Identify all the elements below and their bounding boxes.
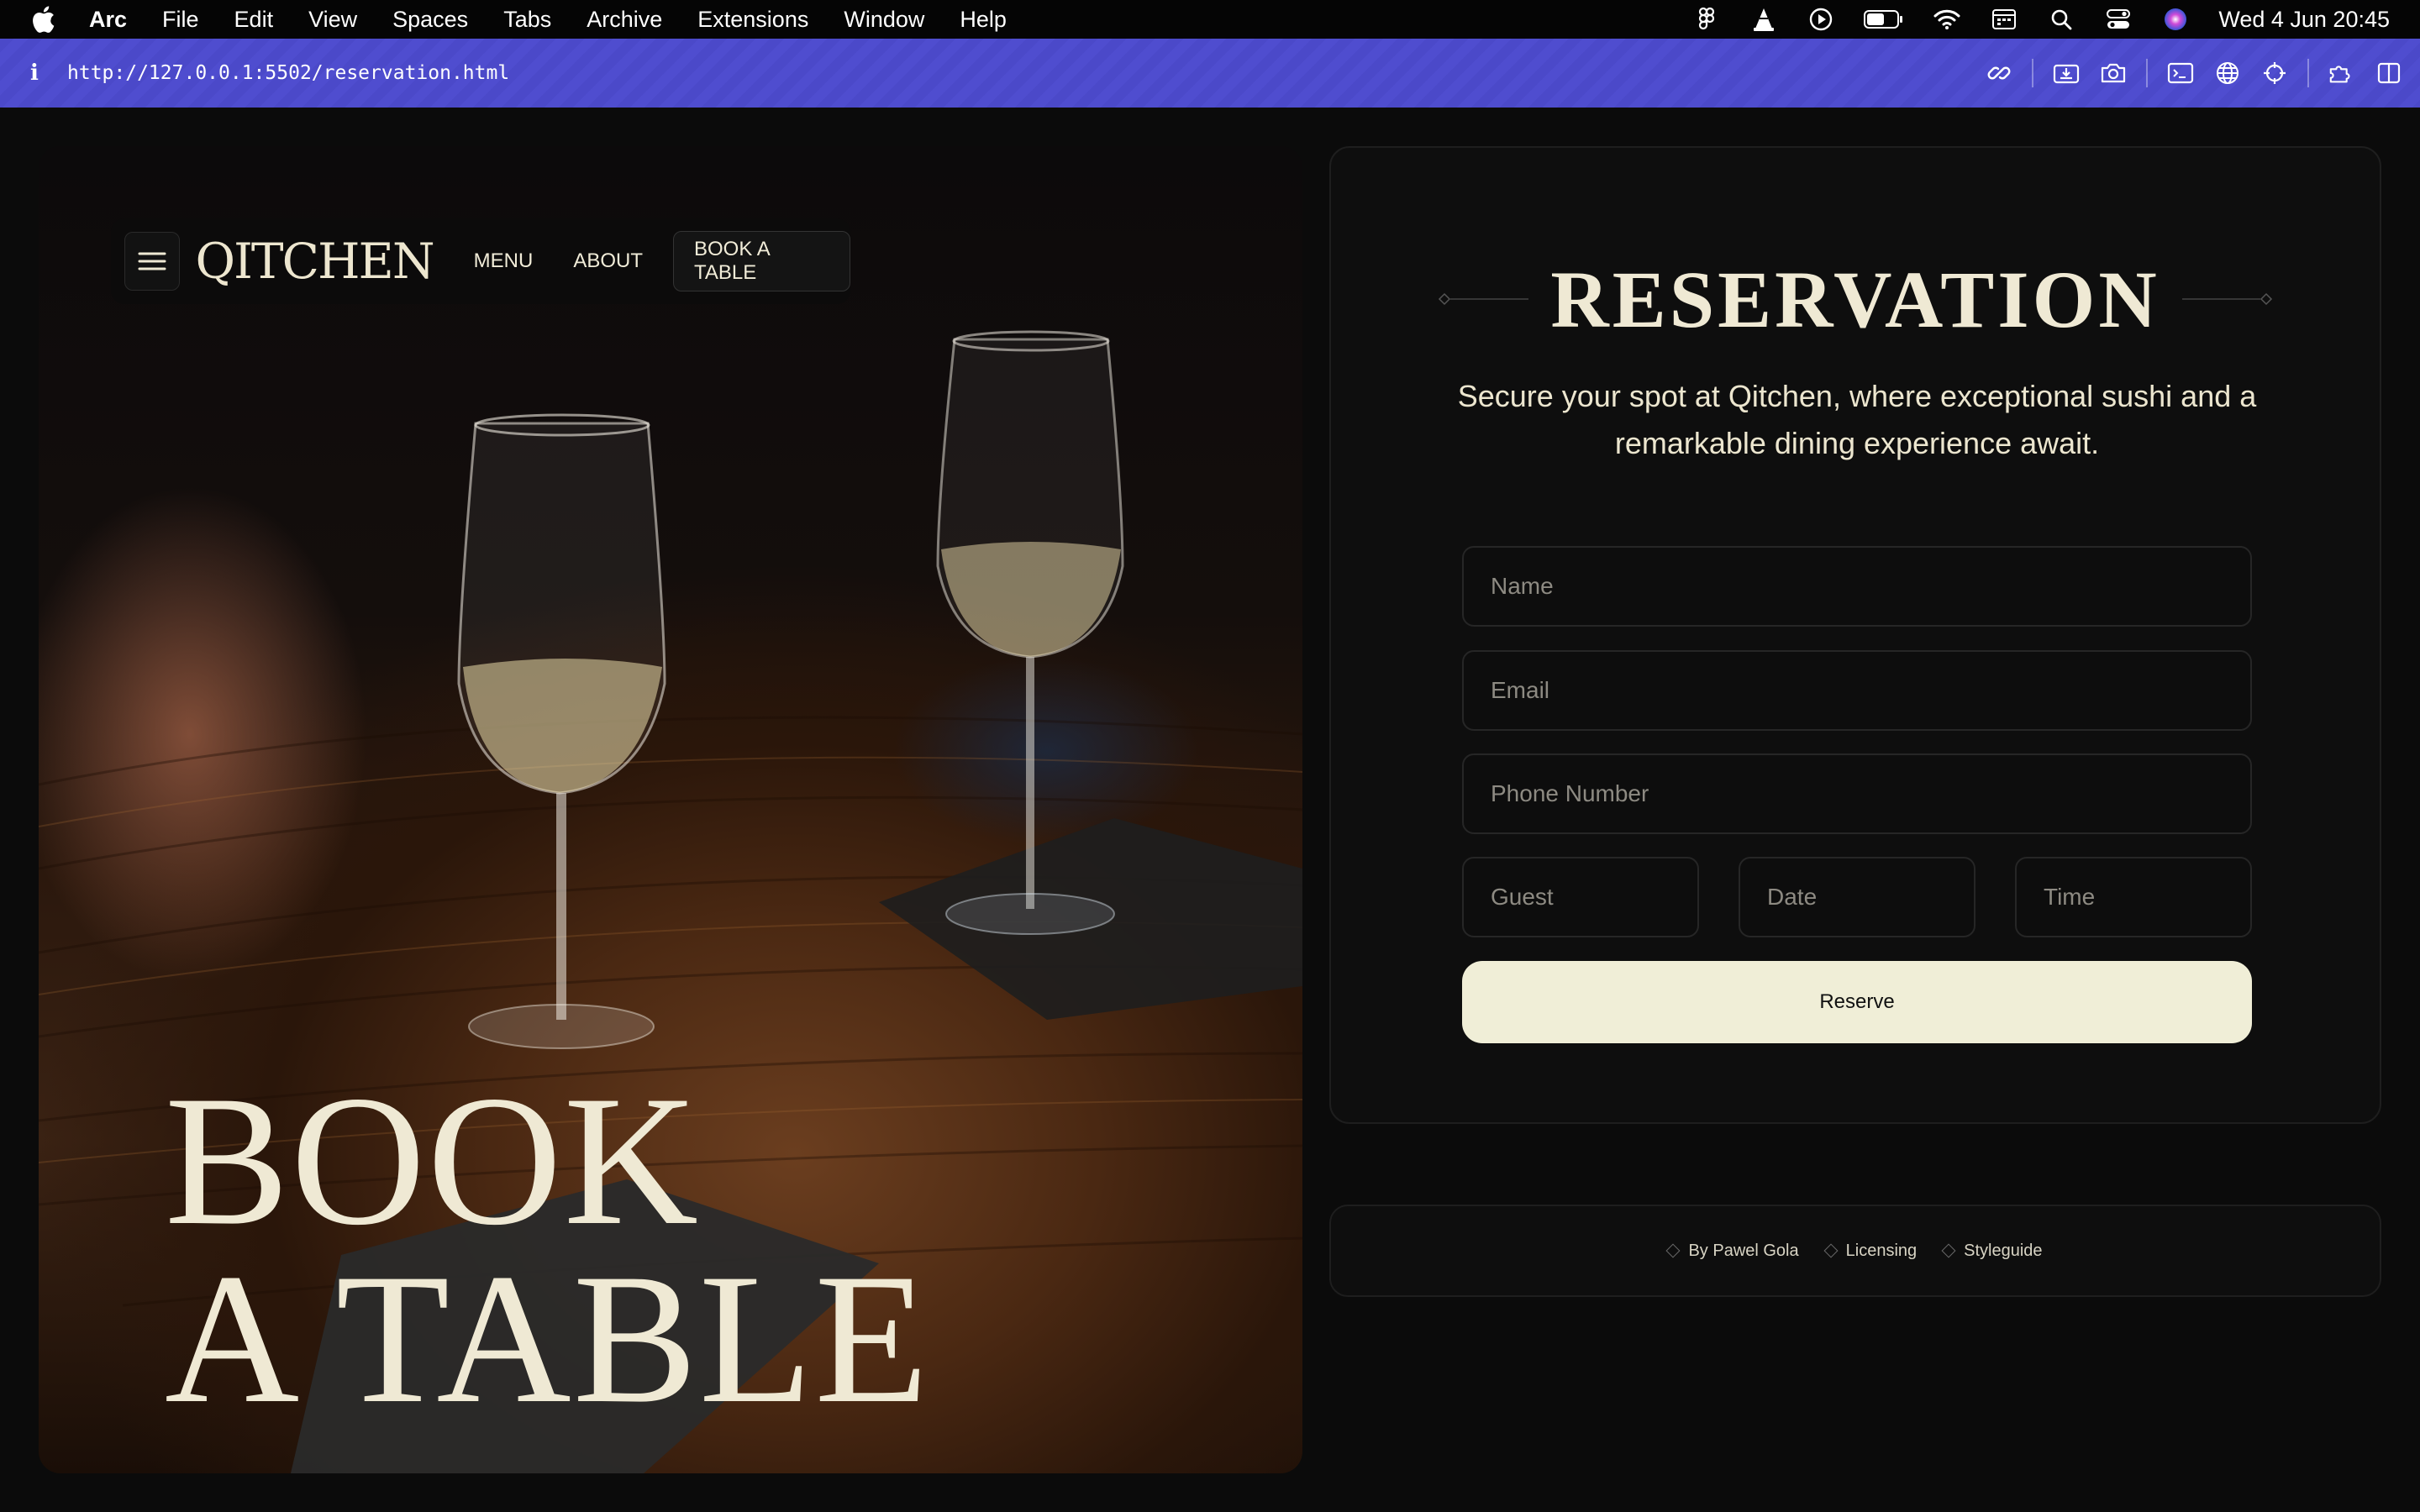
target-icon[interactable] (2260, 59, 2289, 87)
toolbar-divider (2032, 59, 2033, 87)
footer-link-styleguide[interactable]: Styleguide (1941, 1241, 2043, 1261)
menu-archive[interactable]: Archive (587, 7, 662, 33)
menu-extensions[interactable]: Extensions (697, 7, 808, 33)
wine-glass-left (457, 413, 666, 1049)
footer-link-label: By Pawel Gola (1688, 1241, 1799, 1260)
figma-icon[interactable] (1692, 7, 1721, 32)
footer-link-label: Licensing (1845, 1241, 1918, 1260)
title-ornament-right (2181, 291, 2275, 307)
page-title: RESERVATION (1550, 254, 2160, 344)
date-input[interactable] (1739, 857, 1975, 937)
address-bar: i http://127.0.0.1:5502/reservation.html (0, 39, 2420, 108)
hamburger-icon (138, 252, 166, 270)
reservation-panel: RESERVATION Secure your spot at Qitchen,… (1329, 146, 2381, 1124)
diamond-icon (1665, 1243, 1681, 1258)
site-logo[interactable]: QITCHEN (195, 233, 434, 290)
menu-file[interactable]: File (162, 7, 199, 33)
split-view-icon[interactable] (2375, 59, 2403, 87)
wifi-icon[interactable] (1933, 7, 1961, 32)
title-row: RESERVATION (1331, 255, 2380, 344)
footer-link-licensing[interactable]: Licensing (1823, 1241, 1918, 1261)
site-navbar: QITCHEN MENU ABOUT BOOK A TABLE (111, 218, 850, 304)
guest-input[interactable] (1462, 857, 1699, 937)
footer-card: By Pawel Gola Licensing Styleguide (1329, 1205, 2381, 1297)
name-input[interactable] (1462, 546, 2252, 627)
menu-window[interactable]: Window (844, 7, 924, 33)
nav-book-a-table-button[interactable]: BOOK A TABLE (673, 231, 850, 291)
battery-icon[interactable] (1864, 7, 1904, 32)
diamond-icon (1941, 1243, 1956, 1258)
menu-view[interactable]: View (308, 7, 357, 33)
reservation-subtitle: Secure your spot at Qitchen, where excep… (1457, 379, 2257, 460)
menubar-clock[interactable]: Wed 4 Jun 20:45 (2218, 7, 2390, 33)
toolbar-divider (2146, 59, 2148, 87)
diamond-icon (1823, 1243, 1839, 1258)
calendar-icon[interactable] (1990, 7, 2018, 32)
url-field[interactable]: http://127.0.0.1:5502/reservation.html (67, 62, 509, 84)
download-icon[interactable] (2052, 59, 2081, 87)
footer-link-label: Styleguide (1964, 1241, 2043, 1260)
globe-icon[interactable] (2213, 59, 2242, 87)
macos-menubar: Arc File Edit View Spaces Tabs Archive E… (0, 0, 2420, 39)
siri-icon[interactable] (2161, 7, 2190, 32)
search-icon[interactable] (2047, 7, 2075, 32)
site-info-icon[interactable]: i (30, 60, 47, 86)
toolbar-divider (2307, 59, 2309, 87)
nav-link-menu[interactable]: MENU (474, 249, 534, 273)
extensions-icon[interactable] (2328, 59, 2356, 87)
phone-number-input[interactable] (1462, 753, 2252, 834)
menu-help[interactable]: Help (960, 7, 1007, 33)
control-center-icon[interactable] (2104, 7, 2133, 32)
footer-link-author[interactable]: By Pawel Gola (1665, 1241, 1799, 1261)
time-input[interactable] (2015, 857, 2252, 937)
play-circle-icon[interactable] (1807, 7, 1835, 32)
copy-link-icon[interactable] (1985, 59, 2013, 87)
terminal-icon[interactable] (2166, 59, 2195, 87)
nav-link-about[interactable]: ABOUT (573, 249, 643, 273)
hero-heading: BOOK A TABLE (165, 1058, 930, 1442)
hero-image-card: QITCHEN MENU ABOUT BOOK A TABLE BOOK A T… (39, 146, 1302, 1473)
apple-icon[interactable] (30, 5, 59, 34)
menu-edit[interactable]: Edit (234, 7, 274, 33)
vlc-icon[interactable] (1749, 7, 1778, 32)
hero-heading-line1: BOOK (165, 1058, 701, 1264)
hamburger-menu-button[interactable] (124, 232, 181, 291)
menu-app-name[interactable]: Arc (89, 7, 127, 33)
hero-heading-line2: A TABLE (165, 1236, 930, 1442)
menu-tabs[interactable]: Tabs (503, 7, 551, 33)
reserve-button[interactable]: Reserve (1462, 961, 2252, 1043)
status-area: Wed 4 Jun 20:45 (1692, 0, 2390, 39)
camera-icon[interactable] (2099, 59, 2128, 87)
title-ornament-left (1436, 291, 1529, 307)
menu-spaces[interactable]: Spaces (392, 7, 468, 33)
email-input[interactable] (1462, 650, 2252, 731)
